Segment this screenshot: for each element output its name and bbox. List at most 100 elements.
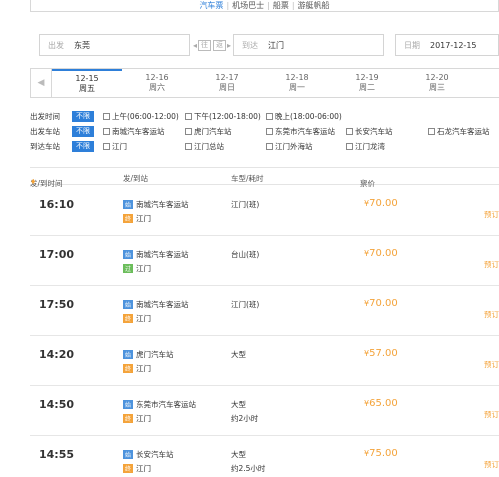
date-tab-day: 12-20: [425, 73, 449, 82]
end-tag-icon: 终: [123, 364, 133, 373]
swap-return: 返: [213, 39, 226, 51]
from-station: 始南城汽车客运站: [123, 199, 189, 210]
table-row: 14:20 始虎门汽车站 终江门 大型 ¥57.00 预订: [30, 336, 499, 386]
date-tab-week: 周五: [79, 84, 95, 93]
date-tab[interactable]: 12-19 周二: [332, 69, 402, 97]
swap-arrow-left-icon: ◂: [192, 40, 197, 50]
filter-option[interactable]: 石龙汽车客运站: [428, 126, 490, 137]
from-station-name: 虎门汽车站: [136, 350, 174, 359]
to-station-name: 江门: [136, 364, 151, 373]
from-station: 始虎门汽车站: [123, 349, 174, 360]
book-button[interactable]: 预订: [484, 209, 499, 220]
departure-time: 17:50: [39, 298, 75, 311]
bus-type: 大型: [231, 350, 246, 359]
duration: 约2小时: [231, 414, 259, 423]
date-tab[interactable]: 12-18 周一: [262, 69, 332, 97]
date-tab-week: 周三: [429, 83, 445, 92]
price: ¥75.00: [364, 448, 398, 459]
filter-option[interactable]: 南城汽车客运站: [103, 126, 165, 137]
to-station: 终江门: [123, 413, 151, 424]
prev-date-icon[interactable]: ◀: [30, 69, 52, 97]
filter-label: 出发车站: [30, 127, 60, 136]
date-tab-day: 12-16: [145, 73, 169, 82]
end-tag-icon: 终: [123, 314, 133, 323]
price: ¥70.00: [364, 248, 398, 259]
price: ¥57.00: [364, 348, 398, 359]
price-value: 57.00: [369, 348, 398, 359]
filter-option[interactable]: 江门外海站: [266, 141, 313, 152]
date-tab-week: 周一: [289, 83, 305, 92]
nav-ferry[interactable]: 船票: [270, 1, 292, 11]
from-station-name: 东莞市汽车客运站: [136, 400, 196, 409]
book-button[interactable]: 预订: [484, 259, 499, 270]
table-row: 14:55 始长安汽车站 终江门 大型 约2.5小时 ¥75.00 预订: [30, 436, 499, 477]
to-station: 终江门: [123, 363, 151, 374]
from-value: 东莞: [74, 40, 90, 50]
filter-label: 到达车站: [30, 142, 60, 151]
to-station: 终江门: [123, 313, 151, 324]
date-tab-day: 12-18: [285, 73, 309, 82]
date-tab[interactable]: 12-17 周日: [192, 69, 262, 97]
checkbox-icon: [266, 113, 273, 120]
start-tag-icon: 始: [123, 200, 133, 209]
book-button[interactable]: 预订: [484, 409, 499, 420]
filter-option-label: 石龙汽车客运站: [437, 127, 490, 136]
filter-option[interactable]: 虎门汽车站: [185, 126, 232, 137]
book-button[interactable]: 预订: [484, 459, 499, 470]
to-station: 终江门: [123, 463, 151, 474]
filter-option[interactable]: 江门总站: [185, 141, 224, 152]
checkbox-icon: [428, 128, 435, 135]
table-header: 发/到时间 ♦ 发/到站 车型/耗时 票价 ♦: [30, 167, 499, 188]
checkbox-icon: [185, 143, 192, 150]
price-value: 75.00: [369, 448, 398, 459]
filter-option[interactable]: 东莞市汽车客运站: [266, 126, 335, 137]
filter-option-label: 上午(06:00-12:00): [112, 112, 179, 121]
filter-any-button[interactable]: 不限: [72, 141, 94, 152]
filter-any-button[interactable]: 不限: [72, 126, 94, 137]
checkbox-icon: [346, 143, 353, 150]
filter-option-label: 南城汽车客运站: [112, 127, 165, 136]
filter-option[interactable]: 晚上(18:00-06:00): [266, 111, 342, 122]
book-button[interactable]: 预订: [484, 359, 499, 370]
start-tag-icon: 始: [123, 350, 133, 359]
start-tag-icon: 始: [123, 450, 133, 459]
nav-bus-tickets[interactable]: 汽车票: [196, 1, 226, 11]
filter-option[interactable]: 下午(12:00-18:00): [185, 111, 261, 122]
filter-option-label: 虎门汽车站: [194, 127, 232, 136]
price-value: 70.00: [369, 198, 398, 209]
filter-row-from: 出发车站 不限 南城汽车客运站 虎门汽车站 东莞市汽车客运站 长安汽车站 石龙汽…: [30, 124, 499, 139]
date-tab[interactable]: 12-20 周三: [402, 69, 472, 97]
filter-option-label: 江门: [112, 142, 127, 151]
checkbox-icon: [185, 128, 192, 135]
bus-type: 台山(班): [231, 250, 260, 259]
date-tab[interactable]: 12-15 周五: [52, 69, 122, 97]
table-row: 16:10 始南城汽车客运站 终江门 江门(班) ¥70.00 预订: [30, 186, 499, 236]
header-type: 车型/耗时: [231, 174, 264, 183]
nav-yacht[interactable]: 游艇帆船: [295, 1, 333, 11]
filter-option[interactable]: 江门: [103, 141, 127, 152]
from-label: 出发: [48, 40, 64, 50]
date-tab-day: 12-17: [215, 73, 239, 82]
to-field[interactable]: 到达 江门: [233, 34, 384, 56]
filter-any-button[interactable]: 不限: [72, 111, 94, 122]
date-tab[interactable]: 12-16 周六: [122, 69, 192, 97]
swap-button[interactable]: ◂ 往返 ▸: [193, 38, 231, 52]
from-station-name: 南城汽车客运站: [136, 200, 189, 209]
to-station-name: 江门: [136, 214, 151, 223]
table-row: 17:00 始南城汽车客运站 过江门 台山(班) ¥70.00 预订: [30, 236, 499, 286]
filter-option-label: 江门总站: [194, 142, 224, 151]
filter-option[interactable]: 长安汽车站: [346, 126, 393, 137]
book-button[interactable]: 预订: [484, 309, 499, 320]
bus-type: 大型: [231, 400, 246, 409]
filter-option[interactable]: 上午(06:00-12:00): [103, 111, 179, 122]
to-station-name: 江门: [136, 414, 151, 423]
date-field[interactable]: 日期 2017-12-15: [395, 34, 499, 56]
to-value: 江门: [268, 40, 284, 50]
nav-airport-bus[interactable]: 机场巴士: [229, 1, 267, 11]
price-value: 65.00: [369, 398, 398, 409]
filter-option[interactable]: 江门龙湾: [346, 141, 385, 152]
to-station: 过江门: [123, 263, 151, 274]
date-tab-week: 周日: [219, 83, 235, 92]
departure-time: 14:20: [39, 348, 75, 361]
from-field[interactable]: 出发 东莞: [39, 34, 190, 56]
